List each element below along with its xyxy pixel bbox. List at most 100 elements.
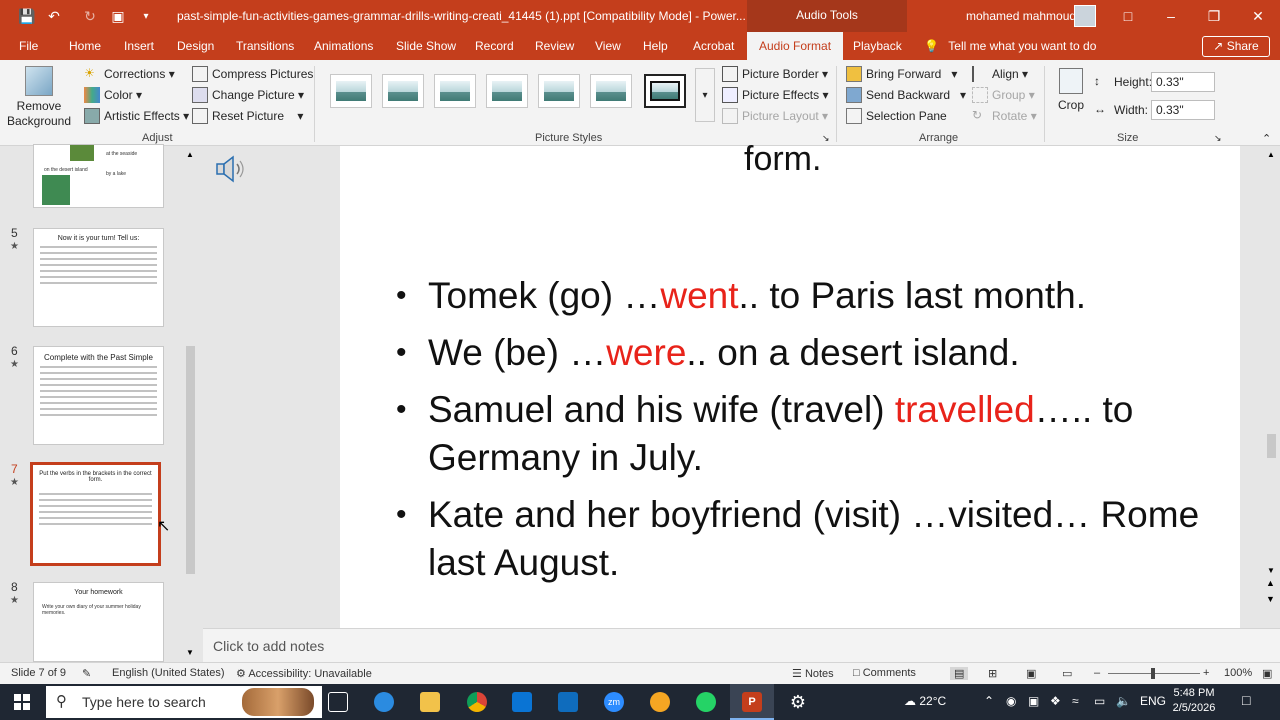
scroll-up-icon[interactable]: ▲ [186, 150, 194, 159]
input-language[interactable]: ENG [1140, 694, 1166, 708]
avatar[interactable] [1074, 5, 1096, 27]
tray-chevron-icon[interactable]: ⌃ [984, 694, 994, 708]
align-button[interactable]: Align ▾ [972, 64, 1028, 84]
slide-show-icon[interactable]: ▭ [1062, 667, 1072, 680]
tab-transitions[interactable]: Transitions [234, 32, 296, 60]
tab-home[interactable]: Home [67, 32, 103, 60]
gallery-more-icon[interactable]: ▾ [695, 68, 715, 122]
tab-view[interactable]: View [593, 32, 623, 60]
audio-speaker-icon[interactable] [215, 154, 247, 184]
tray-app-icon[interactable]: ❖ [1050, 694, 1061, 708]
remove-background-button[interactable]: Remove Background [6, 66, 72, 129]
redo-icon[interactable]: ↻ [76, 0, 104, 32]
present-icon[interactable]: ▣ [104, 0, 132, 32]
maximize-icon[interactable]: ❐ [1192, 0, 1236, 32]
normal-view-icon[interactable]: ▤ [950, 667, 969, 680]
scroll-thumb[interactable] [1267, 434, 1276, 458]
picture-border-button[interactable]: Picture Border ▾ [722, 64, 828, 84]
chrome-canary-icon[interactable] [650, 692, 670, 712]
previous-slide-icon[interactable]: ▲ [1266, 578, 1275, 588]
taskbar-clock[interactable]: 5:48 PM 2/5/2026 [1166, 686, 1222, 716]
rotate-button[interactable]: ↻ Rotate ▾ [972, 106, 1037, 126]
settings-gear-icon[interactable]: ⚙ [788, 692, 808, 712]
slide-thumbnail-6[interactable]: Complete with the Past Simple [33, 346, 164, 445]
picture-style-5[interactable] [538, 74, 580, 108]
send-backward-button[interactable]: Send Backward ▾ [846, 85, 966, 105]
tab-help[interactable]: Help [641, 32, 670, 60]
compress-pictures-button[interactable]: Compress Pictures [192, 64, 313, 84]
accessibility-status[interactable]: ⚙ Accessibility: Unavailable [236, 667, 372, 680]
picture-style-6[interactable] [590, 74, 632, 108]
scroll-thumb[interactable] [186, 346, 195, 574]
file-explorer-icon[interactable] [420, 692, 440, 712]
volume-icon[interactable]: 🔈 [1116, 694, 1131, 708]
picture-style-7[interactable] [644, 74, 686, 108]
tab-acrobat[interactable]: Acrobat [691, 32, 736, 60]
tray-app-icon[interactable]: ◉ [1006, 694, 1016, 708]
picture-style-2[interactable] [382, 74, 424, 108]
notes-button[interactable]: ☰ Notes [792, 667, 834, 680]
scroll-down-icon[interactable]: ▼ [186, 648, 194, 657]
tab-insert[interactable]: Insert [122, 32, 156, 60]
windows-start-icon[interactable] [14, 694, 30, 710]
scroll-up-icon[interactable]: ▲ [1267, 150, 1275, 159]
bring-forward-button[interactable]: Bring Forward ▾ [846, 64, 957, 84]
minimize-icon[interactable]: – [1149, 0, 1193, 32]
notification-icon[interactable]: □ [1242, 692, 1250, 708]
wifi-icon[interactable]: ≈ [1072, 694, 1079, 708]
artistic-effects-button[interactable]: Artistic Effects ▾ [84, 106, 189, 126]
picture-layout-button[interactable]: Picture Layout ▾ [722, 106, 828, 126]
scroll-down-icon[interactable]: ▼ [1267, 566, 1275, 575]
slide-thumbnail-5[interactable]: Now it is your turn! Tell us: [33, 228, 164, 327]
slide-thumbnail-8[interactable]: Your homework Write your own diary of yo… [33, 582, 164, 662]
tab-review[interactable]: Review [533, 32, 576, 60]
chrome-icon[interactable] [467, 692, 487, 712]
taskbar-search[interactable]: ⚲ Type here to search [46, 686, 322, 718]
spellcheck-icon[interactable]: ✎ [82, 667, 91, 680]
crop-button[interactable]: Crop [1054, 68, 1088, 112]
powerpoint-taskbar-button[interactable]: P [730, 684, 774, 720]
size-launcher-icon[interactable]: ↘ [1214, 133, 1222, 144]
height-input[interactable]: 0.33" [1151, 72, 1215, 92]
notes-pane[interactable]: Click to add notes [203, 628, 1280, 662]
tab-file[interactable]: File [17, 32, 40, 60]
zoom-level[interactable]: 100% [1224, 667, 1252, 679]
zoom-slider[interactable] [1108, 668, 1200, 679]
slide-scrollbar[interactable]: ▲ ▼ ▲ ▼ [1264, 148, 1280, 614]
whatsapp-icon[interactable] [696, 692, 716, 712]
collapse-ribbon-icon[interactable]: ⌃ [1262, 132, 1271, 145]
selection-pane-button[interactable]: Selection Pane [846, 106, 947, 126]
slide-thumbnail-7[interactable]: Put the verbs in the brackets in the cor… [30, 462, 161, 566]
change-picture-button[interactable]: Change Picture ▾ [192, 85, 304, 105]
width-input[interactable]: 0.33" [1151, 100, 1215, 120]
corrections-button[interactable]: ☀ Corrections ▾ [84, 64, 175, 84]
picture-style-1[interactable] [330, 74, 372, 108]
comments-button[interactable]: □ Comments [853, 667, 916, 679]
tell-me-search[interactable]: 💡 Tell me what you want to do [924, 32, 1096, 60]
tab-slide-show[interactable]: Slide Show [394, 32, 458, 60]
zoom-out-icon[interactable]: – [1094, 667, 1100, 679]
share-button[interactable]: ↗ Share [1202, 36, 1270, 57]
tray-app-icon[interactable]: ▣ [1028, 694, 1039, 708]
color-button[interactable]: Color ▾ [84, 85, 142, 105]
weather-widget[interactable]: ☁ 22°C [904, 694, 946, 708]
tab-design[interactable]: Design [175, 32, 216, 60]
thumbnail-scrollbar[interactable]: ▲ ▼ [184, 150, 197, 660]
zoom-slider-thumb[interactable] [1151, 668, 1155, 679]
save-icon[interactable]: 💾 [13, 0, 41, 32]
reading-view-icon[interactable]: ▣ [1026, 667, 1036, 680]
undo-icon[interactable]: ↶ [40, 0, 68, 32]
outlook-icon[interactable] [558, 692, 578, 712]
task-view-icon[interactable] [328, 692, 348, 712]
slide-sorter-icon[interactable]: ⊞ [988, 667, 997, 680]
picture-effects-button[interactable]: Picture Effects ▾ [722, 85, 829, 105]
tab-playback[interactable]: Playback [851, 32, 904, 60]
edge-icon[interactable] [374, 692, 394, 712]
group-button[interactable]: Group ▾ [972, 85, 1035, 105]
user-name[interactable]: mohamed mahmoud [966, 9, 1076, 23]
store-icon[interactable] [512, 692, 532, 712]
tab-record[interactable]: Record [473, 32, 516, 60]
picture-styles-launcher-icon[interactable]: ↘ [822, 133, 830, 144]
ribbon-display-icon[interactable]: □ [1106, 0, 1150, 32]
picture-style-4[interactable] [486, 74, 528, 108]
